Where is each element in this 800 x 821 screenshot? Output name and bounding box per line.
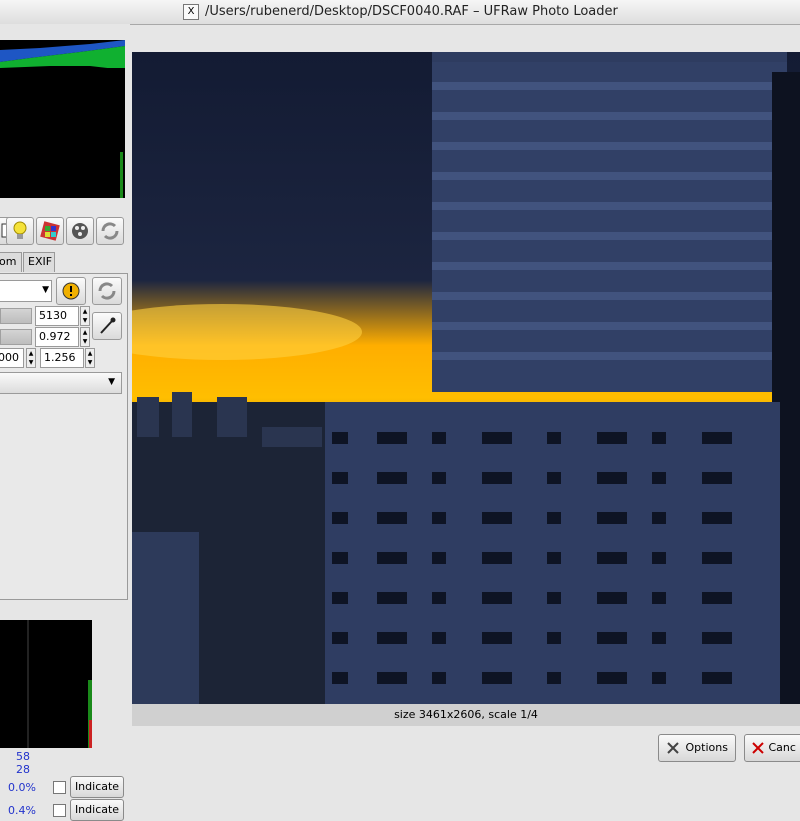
raw-histogram	[0, 620, 92, 748]
refresh-arrows-icon	[101, 222, 119, 240]
options-button-label: Options	[685, 741, 728, 754]
green-slider[interactable]	[0, 329, 32, 345]
indicate-highlights-button[interactable]: Indicate	[70, 799, 124, 821]
indicate-shadows-button[interactable]: Indicate	[70, 776, 124, 798]
reset-button[interactable]	[96, 217, 124, 245]
color-chart-icon	[40, 221, 60, 241]
temperature-slider[interactable]	[0, 308, 32, 324]
chevron-down-icon: ▼	[108, 377, 115, 387]
tools-icon	[667, 742, 679, 754]
warning-icon	[62, 282, 80, 300]
exposure-lightbulb-button[interactable]	[6, 217, 34, 245]
options-button[interactable]: Options	[658, 734, 736, 762]
raw-hist-value-1: 58	[16, 750, 30, 763]
color-management-button[interactable]	[36, 217, 64, 245]
wb-warning-button[interactable]	[56, 277, 86, 305]
image-preview	[132, 52, 800, 704]
raw-hist-value-2: 28	[16, 763, 30, 776]
indicate-highlights-checkbox[interactable]	[53, 804, 66, 817]
control-panel: om EXIF ▼ 5130 ▲ ▼ 0.972 ▲ ▼ 000 ▲ ▼ 1.256 …	[0, 24, 130, 821]
wb-reset-button[interactable]	[92, 277, 122, 305]
film-reel-icon	[72, 223, 88, 239]
window-titlebar: X /Users/rubenerd/Desktop/DSCF0040.RAF –…	[0, 0, 800, 25]
temperature-field[interactable]: 5130	[35, 306, 79, 326]
lightbulb-icon	[13, 221, 27, 239]
highlight-percent: 0.4%	[8, 804, 36, 817]
dialog-button-area: Options Canc	[132, 726, 800, 800]
chan-mul-blue-field[interactable]: 1.256	[40, 348, 84, 368]
tab-zoom[interactable]: om	[0, 252, 22, 272]
wb-preset-combo[interactable]: ▼	[0, 280, 52, 302]
interpolation-combo[interactable]: ▼	[0, 372, 122, 394]
shadow-percent: 0.0%	[8, 781, 36, 794]
preview-status-bar: size 3461x2606, scale 1/4	[132, 704, 800, 726]
chevron-down-icon: ▼	[42, 285, 49, 295]
green-stepper[interactable]: ▲ ▼	[80, 327, 90, 347]
x11-app-icon: X	[183, 4, 199, 20]
wb-spot-picker-button[interactable]	[92, 312, 122, 340]
indicate-shadows-checkbox[interactable]	[53, 781, 66, 794]
chan-mul-blue-stepper[interactable]: ▲ ▼	[85, 348, 95, 368]
green-field[interactable]: 0.972	[35, 327, 79, 347]
cancel-button[interactable]: Canc	[744, 734, 800, 762]
tab-exif[interactable]: EXIF	[23, 252, 55, 272]
chan-mul-red-stepper[interactable]: ▲ ▼	[26, 348, 36, 368]
chan-mul-red-field[interactable]: 000	[0, 348, 24, 368]
live-histogram	[0, 40, 125, 198]
cancel-button-label: Canc	[768, 741, 796, 754]
cancel-x-icon	[752, 742, 764, 754]
refresh-arrows-icon	[98, 282, 116, 300]
eyedropper-icon	[100, 317, 116, 334]
image-size-scale-label: size 3461x2606, scale 1/4	[394, 708, 538, 721]
window-title: /Users/rubenerd/Desktop/DSCF0040.RAF – U…	[205, 4, 618, 19]
temperature-stepper[interactable]: ▲ ▼	[80, 306, 90, 326]
lens-correction-button[interactable]	[66, 217, 94, 245]
